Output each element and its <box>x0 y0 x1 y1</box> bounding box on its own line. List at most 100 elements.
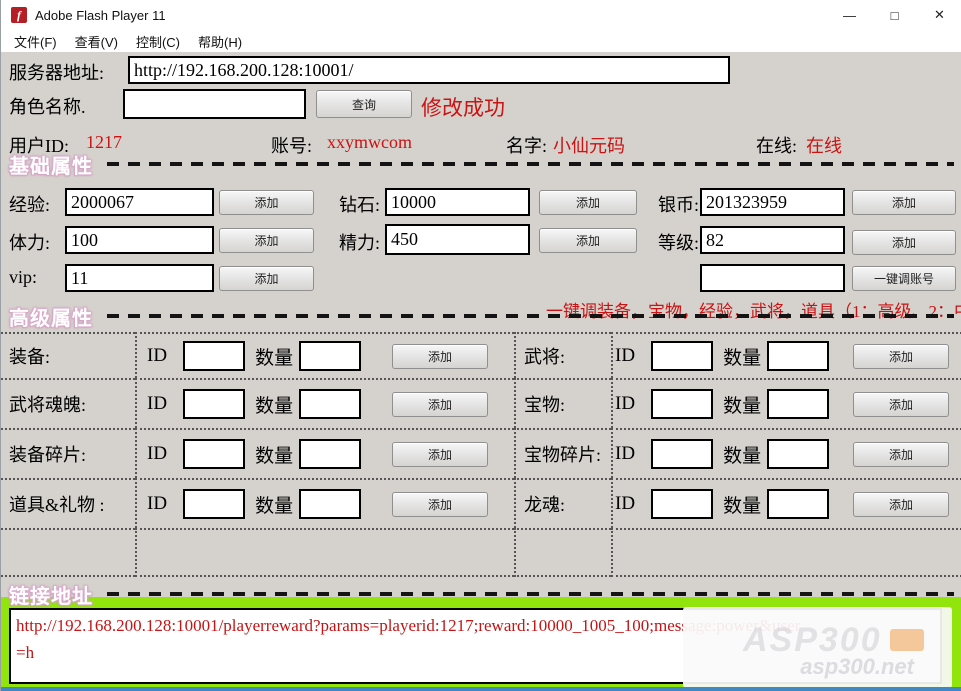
empty-cell <box>135 528 514 577</box>
flash-player-icon: f <box>11 7 27 23</box>
qty-label: 数量 <box>723 491 761 518</box>
qty-label: 数量 <box>255 441 293 468</box>
link-section-header: 链接地址 <box>9 581 954 607</box>
general-soul-label: 武将魂魄: <box>9 391 86 417</box>
equip-shard-row-label-cell: 装备碎片: <box>1 428 135 478</box>
treasure-shard-add-button[interactable]: 添加 <box>853 442 949 467</box>
id-label: ID <box>615 493 635 515</box>
dragon-soul-row-label-cell: 龙魂: <box>514 478 611 528</box>
energy-input[interactable] <box>385 224 530 255</box>
general-qty-input[interactable] <box>767 341 829 371</box>
dragon-soul-row-content: ID 数量 添加 <box>611 478 961 528</box>
diamond-input[interactable] <box>385 188 530 216</box>
item-gift-id-input[interactable] <box>183 489 245 519</box>
watermark-badge <box>890 629 924 651</box>
diamond-label: 钻石: <box>339 191 380 217</box>
advanced-section-title: 高级属性 <box>9 302 93 331</box>
treasure-row-content: ID 数量 添加 <box>611 378 961 428</box>
general-id-input[interactable] <box>651 341 713 371</box>
stamina-add-button[interactable]: 添加 <box>219 228 314 253</box>
id-label: ID <box>615 345 635 367</box>
dashed-divider <box>107 592 954 596</box>
minimize-button[interactable]: — <box>827 0 872 30</box>
energy-label: 精力: <box>339 229 380 255</box>
level-add-button[interactable]: 添加 <box>852 230 956 255</box>
silver-add-button[interactable]: 添加 <box>852 190 956 215</box>
treasure-id-input[interactable] <box>651 389 713 419</box>
equip-add-button[interactable]: 添加 <box>392 344 488 369</box>
vip-label: vip: <box>9 267 37 288</box>
link-section-title: 链接地址 <box>9 580 93 609</box>
stamina-input[interactable] <box>65 226 214 254</box>
equip-shard-add-button[interactable]: 添加 <box>392 442 488 467</box>
close-button[interactable]: ✕ <box>917 0 961 30</box>
dashed-divider <box>107 314 954 318</box>
general-soul-row-content: ID 数量 添加 <box>135 378 514 428</box>
qty-label: 数量 <box>255 491 293 518</box>
empty-cell <box>514 528 611 577</box>
general-soul-add-button[interactable]: 添加 <box>392 392 488 417</box>
treasure-qty-input[interactable] <box>767 389 829 419</box>
vip-input[interactable] <box>65 264 214 292</box>
treasure-label: 宝物: <box>524 391 565 417</box>
silver-input[interactable] <box>700 188 845 216</box>
exp-add-button[interactable]: 添加 <box>219 190 314 215</box>
status-message: 修改成功 <box>421 92 505 122</box>
treasure-shard-qty-input[interactable] <box>767 439 829 469</box>
general-label: 武将: <box>524 343 565 369</box>
equip-label: 装备: <box>9 343 50 369</box>
general-add-button[interactable]: 添加 <box>853 344 949 369</box>
menu-control[interactable]: 控制(C) <box>136 32 180 51</box>
equip-row-label-cell: 装备: <box>1 332 135 378</box>
vip-add-button[interactable]: 添加 <box>219 266 314 291</box>
general-row-content: ID 数量 添加 <box>611 332 961 378</box>
id-label: ID <box>615 393 635 415</box>
equip-qty-input[interactable] <box>299 341 361 371</box>
watermark-small-text: asp300.net <box>800 654 914 680</box>
qty-label: 数量 <box>255 343 293 370</box>
level-input[interactable] <box>700 226 845 254</box>
query-button[interactable]: 查询 <box>316 90 412 118</box>
stamina-label: 体力: <box>9 229 50 255</box>
dragon-soul-qty-input[interactable] <box>767 489 829 519</box>
basic-section-title: 基础属性 <box>9 150 93 179</box>
general-soul-id-input[interactable] <box>183 389 245 419</box>
title-bar: f Adobe Flash Player 11 — □ ✕ <box>1 0 961 30</box>
qty-label: 数量 <box>723 391 761 418</box>
dragon-soul-label: 龙魂: <box>524 491 565 517</box>
maximize-button[interactable]: □ <box>872 0 917 30</box>
treasure-row-label-cell: 宝物: <box>514 378 611 428</box>
advanced-table: 装备: ID 数量 添加 武将: ID 数量 添加 武将魂魄: ID 数 <box>1 332 961 577</box>
item-gift-add-button[interactable]: 添加 <box>392 492 488 517</box>
bottom-blue-bar <box>1 687 961 691</box>
role-name-label: 角色名称. <box>9 93 86 119</box>
equip-shard-row-content: ID 数量 添加 <box>135 428 514 478</box>
menu-file[interactable]: 文件(F) <box>14 32 57 51</box>
dragon-soul-id-input[interactable] <box>651 489 713 519</box>
general-soul-qty-input[interactable] <box>299 389 361 419</box>
qty-label: 数量 <box>723 343 761 370</box>
role-name-input[interactable] <box>123 89 306 119</box>
equip-shard-id-input[interactable] <box>183 439 245 469</box>
energy-add-button[interactable]: 添加 <box>539 228 637 253</box>
server-address-input[interactable] <box>128 56 730 84</box>
item-gift-qty-input[interactable] <box>299 489 361 519</box>
window-controls: — □ ✕ <box>827 0 961 30</box>
menu-help[interactable]: 帮助(H) <box>198 32 242 51</box>
treasure-shard-id-input[interactable] <box>651 439 713 469</box>
treasure-shard-label: 宝物碎片: <box>524 441 601 467</box>
dragon-soul-add-button[interactable]: 添加 <box>853 492 949 517</box>
equip-shard-qty-input[interactable] <box>299 439 361 469</box>
equip-id-input[interactable] <box>183 341 245 371</box>
id-label: ID <box>147 393 167 415</box>
exp-input[interactable] <box>65 188 214 216</box>
basic-section-header: 基础属性 <box>9 151 954 177</box>
diamond-add-button[interactable]: 添加 <box>539 190 637 215</box>
menu-view[interactable]: 查看(V) <box>75 32 118 51</box>
treasure-shard-row-content: ID 数量 添加 <box>611 428 961 478</box>
id-label: ID <box>147 443 167 465</box>
window-title: Adobe Flash Player 11 <box>35 8 166 23</box>
onekey-account-input[interactable] <box>700 264 845 292</box>
onekey-account-button[interactable]: 一键调账号 <box>852 266 956 291</box>
treasure-add-button[interactable]: 添加 <box>853 392 949 417</box>
